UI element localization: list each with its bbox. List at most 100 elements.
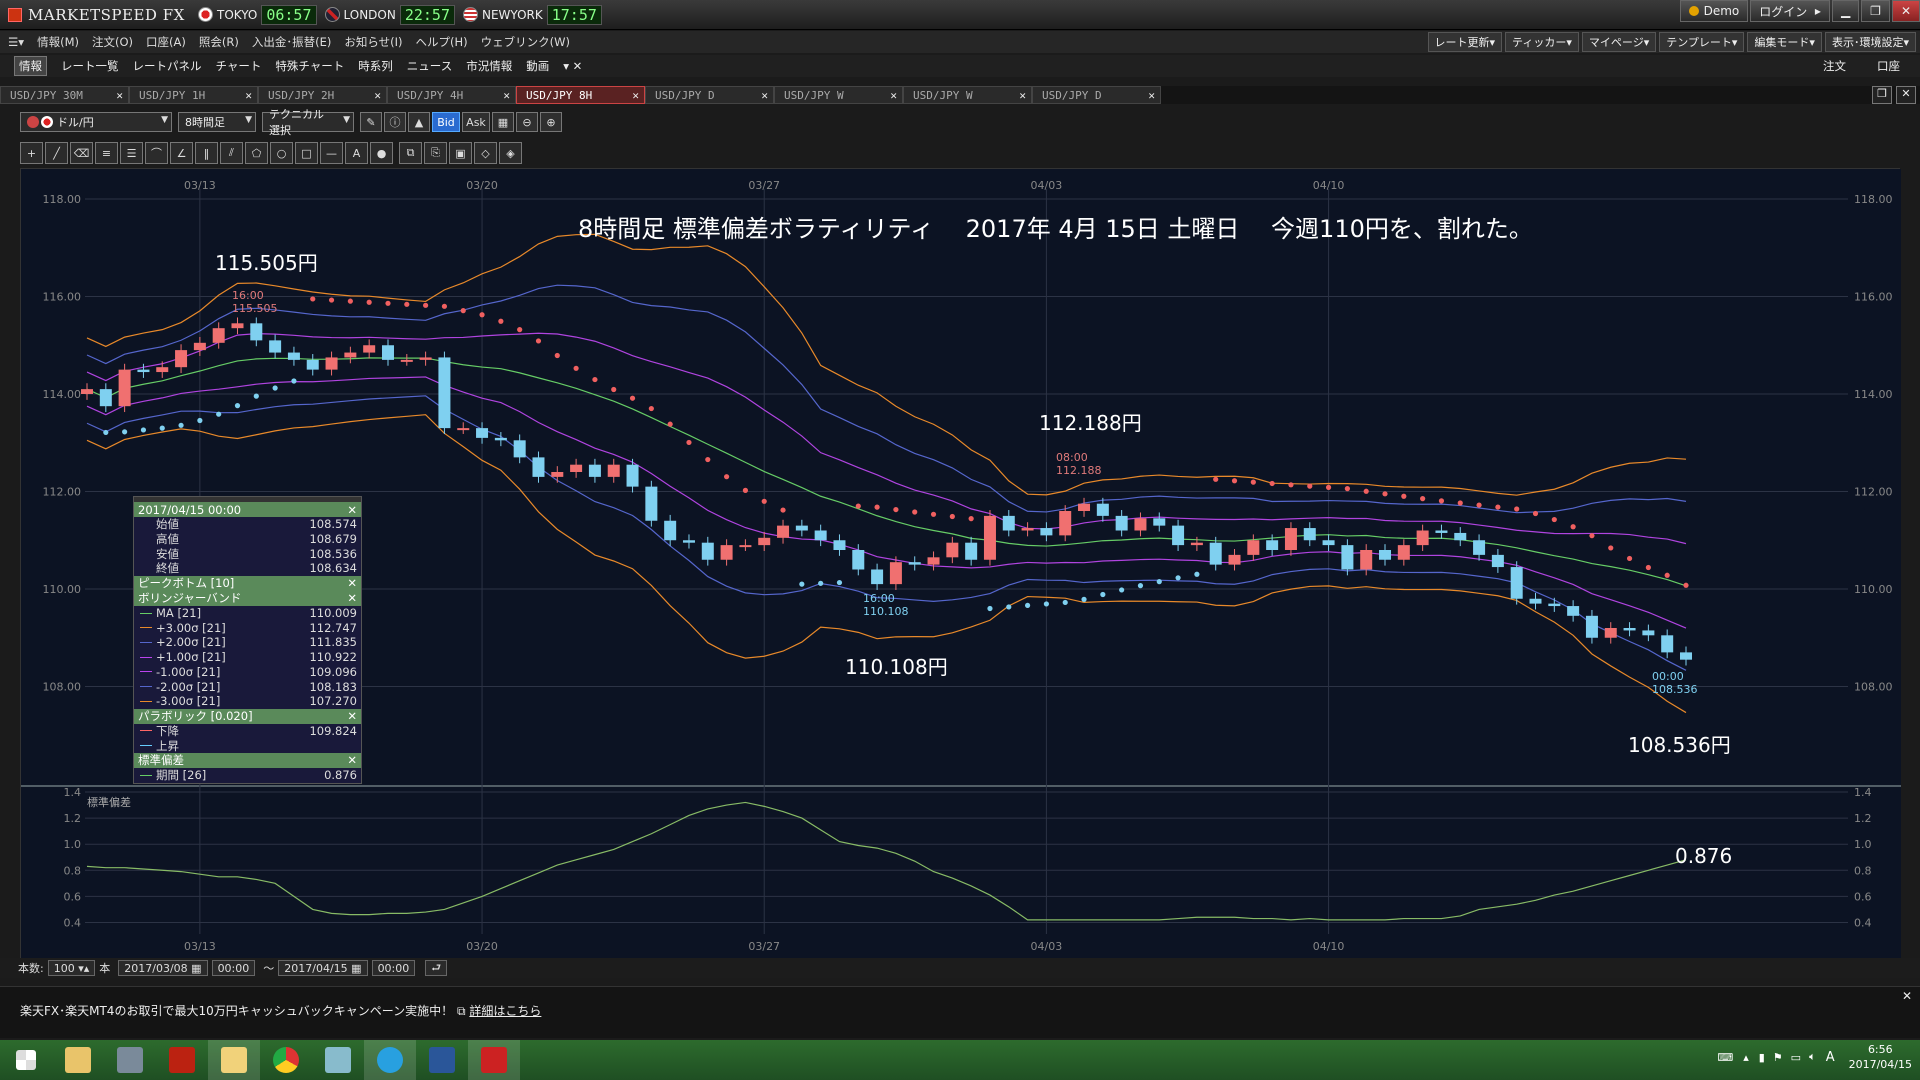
tab-close-icon[interactable]: ✕ <box>632 89 639 102</box>
start-button[interactable] <box>0 1040 52 1080</box>
tab-close-all-button[interactable]: ✕ <box>1896 86 1916 104</box>
func-info[interactable]: 情報 <box>14 56 47 76</box>
volume-icon[interactable]: 🔈︎ <box>1809 1050 1816 1064</box>
news-close-icon[interactable]: ✕ <box>1902 989 1912 1003</box>
login-button[interactable]: ログイン ▸ <box>1750 0 1830 22</box>
func-rate-list[interactable]: レート一覧 <box>61 58 119 74</box>
copy-icon[interactable]: ⧉ <box>399 142 422 164</box>
delete-icon[interactable]: ◇ <box>474 142 497 164</box>
technical-select[interactable]: テクニカル選択 <box>262 108 354 137</box>
display-settings-button[interactable]: 表示･環境設定▾ <box>1824 32 1916 52</box>
rectangle-icon[interactable]: □ <box>295 142 318 164</box>
fibonacci-icon[interactable]: ☰ <box>120 142 143 164</box>
channel-icon[interactable]: ⫽ <box>220 142 243 164</box>
crosshair-icon[interactable]: + <box>20 142 43 164</box>
taskbar-acrobat[interactable] <box>156 1040 208 1080</box>
paste-icon[interactable]: ⎘ <box>424 142 447 164</box>
tab-usdjpy-30m[interactable]: USD/JPY 30M ✕ <box>0 86 129 104</box>
trendline-icon[interactable]: ╱ <box>45 142 68 164</box>
fan-icon[interactable]: ∠ <box>170 142 193 164</box>
tab-close-icon[interactable]: ✕ <box>503 89 510 102</box>
tab-usdjpy-d-2[interactable]: USD/JPY D ✕ <box>1032 86 1161 104</box>
bid-button[interactable]: Bid <box>432 112 460 132</box>
tab-close-icon[interactable]: ✕ <box>245 89 252 102</box>
chart-type-icon[interactable]: ▲ <box>408 112 430 132</box>
to-date-input[interactable]: 2017/04/15 ▦ <box>278 960 368 976</box>
peak-bottom-close-icon[interactable]: ✕ <box>347 576 357 590</box>
tab-close-icon[interactable]: ✕ <box>890 89 897 102</box>
close-button[interactable]: ✕ <box>1891 0 1920 22</box>
zoom-in-icon[interactable]: ⊕ <box>540 112 562 132</box>
layers-icon[interactable]: ▣ <box>449 142 472 164</box>
ask-button[interactable]: Ask <box>462 112 490 132</box>
minimize-button[interactable]: ▁ <box>1831 0 1860 22</box>
tab-close-icon[interactable]: ✕ <box>1148 89 1155 102</box>
hline-icon[interactable]: — <box>320 142 343 164</box>
tab-close-icon[interactable]: ✕ <box>761 89 768 102</box>
news-link[interactable]: 詳細はこちら <box>469 1004 541 1018</box>
icon-stamp-icon[interactable]: ● <box>370 142 393 164</box>
indicator-info-panel[interactable]: 2017/04/15 00:00 ✕ 始値 108.574 高値 108.679 安値 10… <box>133 496 362 784</box>
func-market-info[interactable]: 市況情報 <box>466 58 512 74</box>
edit-mode-button[interactable]: 編集モード▾ <box>1747 32 1822 52</box>
func-timeseries[interactable]: 時系列 <box>358 58 393 74</box>
zoom-out-icon[interactable]: ⊖ <box>516 112 538 132</box>
tab-usdjpy-4h[interactable]: USD/JPY 4H ✕ <box>387 86 516 104</box>
tab-usdjpy-8h[interactable]: USD/JPY 8H ✕ <box>516 86 645 104</box>
ticker-button[interactable]: ティッカー▾ <box>1505 32 1579 52</box>
tab-close-icon[interactable]: ✕ <box>1019 89 1026 102</box>
maximize-button[interactable]: ❐ <box>1861 0 1890 22</box>
demo-button[interactable]: Demo <box>1679 0 1749 22</box>
flag-icon[interactable]: ⚑ <box>1773 1051 1783 1064</box>
draw-pencil-icon[interactable]: ✎ <box>360 112 382 132</box>
func-video[interactable]: 動画 <box>526 58 549 74</box>
tab-usdjpy-2h[interactable]: USD/JPY 2H ✕ <box>258 86 387 104</box>
ime-indicator[interactable]: A <box>1826 1050 1835 1065</box>
stddev-close-icon[interactable]: ✕ <box>347 753 357 767</box>
period-select[interactable]: 8時間足 <box>178 112 256 132</box>
text-icon[interactable]: A <box>345 142 368 164</box>
menu-order[interactable]: 注文(O) <box>92 34 133 50</box>
rate-update-button[interactable]: レート更新▾ <box>1427 32 1503 52</box>
horizontal-lines-icon[interactable]: ≡ <box>95 142 118 164</box>
parabolic-close-icon[interactable]: ✕ <box>347 709 357 723</box>
func-order[interactable]: 注文 <box>1823 58 1846 74</box>
menu-toggle-icon[interactable]: ☰▾ <box>8 35 24 49</box>
bollinger-close-icon[interactable]: ✕ <box>347 591 357 605</box>
menu-notice[interactable]: お知らせ(I) <box>344 34 402 50</box>
tab-usdjpy-d[interactable]: USD/JPY D ✕ <box>645 86 774 104</box>
funcbar-dropdown-icon[interactable]: ▾ ✕ <box>563 59 582 73</box>
keyboard-icon[interactable]: ⌨ <box>1717 1051 1733 1064</box>
from-time-input[interactable]: 00:00 <box>211 960 256 976</box>
to-time-input[interactable]: 00:00 <box>371 960 416 976</box>
taskbar-marketspeed[interactable] <box>468 1040 520 1080</box>
tab-usdjpy-1h[interactable]: USD/JPY 1H ✕ <box>129 86 258 104</box>
vertical-lines-icon[interactable]: ‖ <box>195 142 218 164</box>
panel-close-icon[interactable]: ✕ <box>347 503 357 517</box>
template-button[interactable]: テンプレート▾ <box>1659 32 1745 52</box>
info-icon[interactable]: ⓘ <box>384 112 406 132</box>
mypage-button[interactable]: マイページ▾ <box>1581 32 1657 52</box>
tab-usdjpy-w[interactable]: USD/JPY W ✕ <box>774 86 903 104</box>
tab-restore-button[interactable]: ❐ <box>1872 86 1892 104</box>
taskbar-ie[interactable] <box>364 1040 416 1080</box>
tab-usdjpy-w-2[interactable]: USD/JPY W ✕ <box>903 86 1032 104</box>
menu-info[interactable]: 情報(M) <box>37 34 79 50</box>
taskbar-tool[interactable] <box>104 1040 156 1080</box>
func-special-chart[interactable]: 特殊チャート <box>275 58 344 74</box>
tab-close-icon[interactable]: ✕ <box>374 89 381 102</box>
taskbar-word[interactable] <box>416 1040 468 1080</box>
func-rate-panel[interactable]: レートパネル <box>133 58 202 74</box>
count-input[interactable]: 100 ▾▴ <box>47 960 96 976</box>
battery-icon[interactable]: ▭ <box>1791 1051 1801 1064</box>
pair-select[interactable]: ドル/円 <box>20 112 172 132</box>
taskbar-chrome[interactable] <box>260 1040 312 1080</box>
func-news[interactable]: ニュース <box>407 58 452 74</box>
eraser-icon[interactable]: ⌫ <box>70 142 93 164</box>
from-date-input[interactable]: 2017/03/08 ▦ <box>118 960 208 976</box>
reset-range-icon[interactable]: ⮐ <box>425 960 448 976</box>
delete-all-icon[interactable]: ◈ <box>499 142 522 164</box>
taskbar-files[interactable] <box>208 1040 260 1080</box>
tab-close-icon[interactable]: ✕ <box>116 89 123 102</box>
arc-icon[interactable]: ⌒ <box>145 142 168 164</box>
